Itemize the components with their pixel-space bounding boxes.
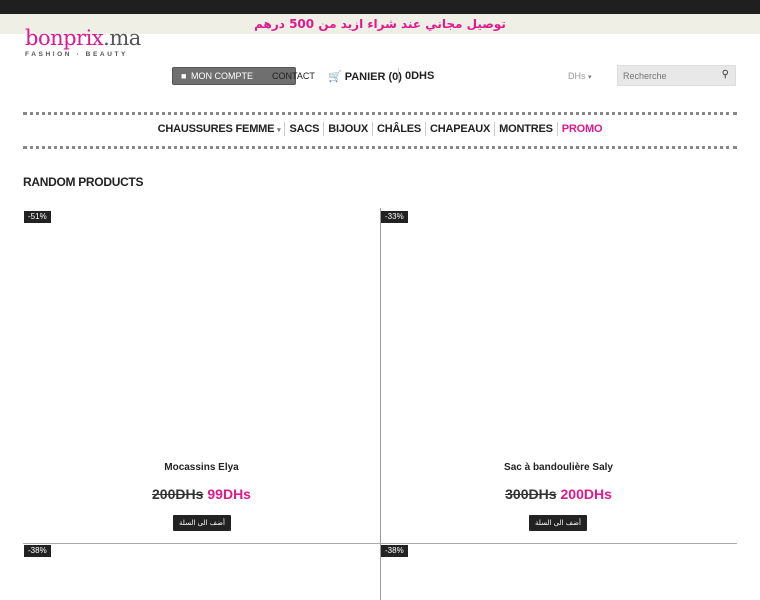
nav-item-chales[interactable]: CHÂLES [373,123,425,135]
logo-text-main: bonprix [25,26,104,50]
add-to-cart-button[interactable]: أضف الى السلة [173,515,231,531]
logo-tagline: FASHION · BEAUTY [25,51,128,58]
discount-badge: -38% [24,545,51,557]
product-name[interactable]: Mocassins Elya [23,462,380,473]
nav-border-top [23,112,737,115]
cart-total: 0DHS [405,70,435,82]
product-name[interactable]: Sac à bandoulière Saly [380,462,737,473]
contact-link[interactable]: CONTACT [272,71,315,81]
nav-item-chaussures[interactable]: CHAUSSURES FEMME ▾ [154,123,285,135]
old-price: 300DHs [505,486,557,502]
old-price: 200DHs [152,486,204,502]
search-input[interactable] [618,66,710,86]
discount-badge: -51% [24,211,51,223]
grid-divider-horizontal [23,543,737,544]
header-divider [398,68,399,84]
cart-label: PANIER (0) [344,71,402,83]
nav-item-promo[interactable]: PROMO [558,123,607,135]
nav-item-chapeaux[interactable]: CHAPEAUX [426,123,494,135]
search-icon[interactable]: ⚲ [722,69,729,80]
cart-button[interactable]: 🛒 PANIER (0) [328,70,402,83]
nav-item-sacs[interactable]: SACS [285,123,323,135]
add-to-cart-button[interactable]: أضف الى السلة [529,515,587,531]
new-price: 200DHs [560,486,612,502]
nav-item-bijoux[interactable]: BIJOUX [324,123,372,135]
caret-down-icon: ▾ [277,126,281,134]
account-label: MON COMPTE [190,71,253,81]
top-bar [0,0,760,14]
site-logo[interactable]: bonprix.ma FASHION · BEAUTY [25,26,141,58]
discount-badge: -38% [381,545,408,557]
currency-label: DHs [568,71,586,81]
product-price: 300DHs 200DHs [380,486,737,502]
logo-text-tld: .ma [103,26,141,50]
currency-selector[interactable]: DHs ▾ [568,71,592,81]
main-nav: CHAUSSURES FEMME ▾ SACS BIJOUX CHÂLES CHAPEA… [0,122,760,136]
user-icon: ■ [181,71,187,81]
nav-border-bottom [23,146,737,149]
grid-divider-vertical [380,208,381,600]
discount-badge: -33% [381,211,408,223]
section-title: RANDOM PRODUCTS [23,175,144,189]
caret-down-icon: ▾ [588,74,592,81]
product-price: 200DHs 99DHs [23,486,380,502]
nav-item-montres[interactable]: MONTRES [495,123,557,135]
cart-icon: 🛒 [328,70,342,83]
new-price: 99DHs [207,486,251,502]
search-box[interactable]: ⚲ [617,65,736,86]
